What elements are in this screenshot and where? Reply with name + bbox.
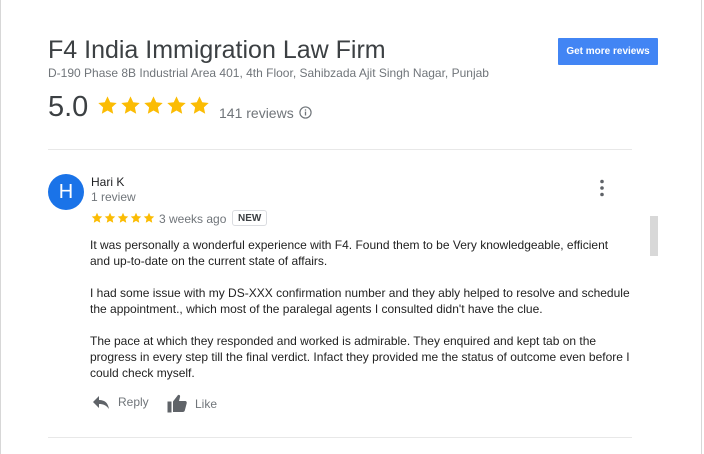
star-icon <box>91 212 103 223</box>
rating-stars <box>97 95 210 116</box>
review-count[interactable]: 141 reviews <box>219 105 294 121</box>
rating-value: 5.0 <box>48 91 89 123</box>
new-badge: NEW <box>232 210 268 226</box>
business-address: D-190 Phase 8B Industrial Area 401, 4th … <box>48 66 489 80</box>
star-icon <box>104 212 116 223</box>
star-icon <box>144 96 163 114</box>
star-icon <box>117 212 129 223</box>
review-paragraph: It was personally a wonderful experience… <box>90 238 609 268</box>
review-paragraph: I had some issue with my DS-XXX confirma… <box>90 286 630 316</box>
star-icon <box>121 96 140 114</box>
reviewer-name[interactable]: Hari K <box>91 175 124 189</box>
star-icon <box>143 212 155 223</box>
review-time: 3 weeks ago <box>159 212 227 226</box>
star-icon <box>190 96 209 114</box>
star-icon <box>98 96 117 114</box>
avatar[interactable]: H <box>48 174 84 210</box>
get-more-reviews-button[interactable]: Get more reviews <box>558 38 658 65</box>
more-vert-icon[interactable] <box>595 178 609 198</box>
reply-button[interactable]: Reply <box>92 394 149 410</box>
divider <box>48 437 632 438</box>
info-icon[interactable] <box>299 106 312 119</box>
like-button[interactable]: Like <box>167 394 217 413</box>
review-stars <box>91 212 155 224</box>
business-name: F4 India Immigration Law Firm <box>48 36 386 64</box>
scrollbar-thumb[interactable] <box>650 216 658 256</box>
review-paragraph: The pace at which they responded and wor… <box>90 334 630 380</box>
divider <box>48 149 632 150</box>
reply-icon <box>93 396 109 409</box>
review-text: It was personally a wonderful experience… <box>90 237 630 397</box>
reviews-panel: F4 India Immigration Law Firm D-190 Phas… <box>0 0 702 454</box>
reviewer-review-count: 1 review <box>91 190 136 204</box>
like-label: Like <box>195 396 218 411</box>
star-icon <box>167 96 186 114</box>
thumb-up-icon <box>167 394 187 413</box>
reply-label: Reply <box>118 395 149 409</box>
star-icon <box>130 212 142 223</box>
